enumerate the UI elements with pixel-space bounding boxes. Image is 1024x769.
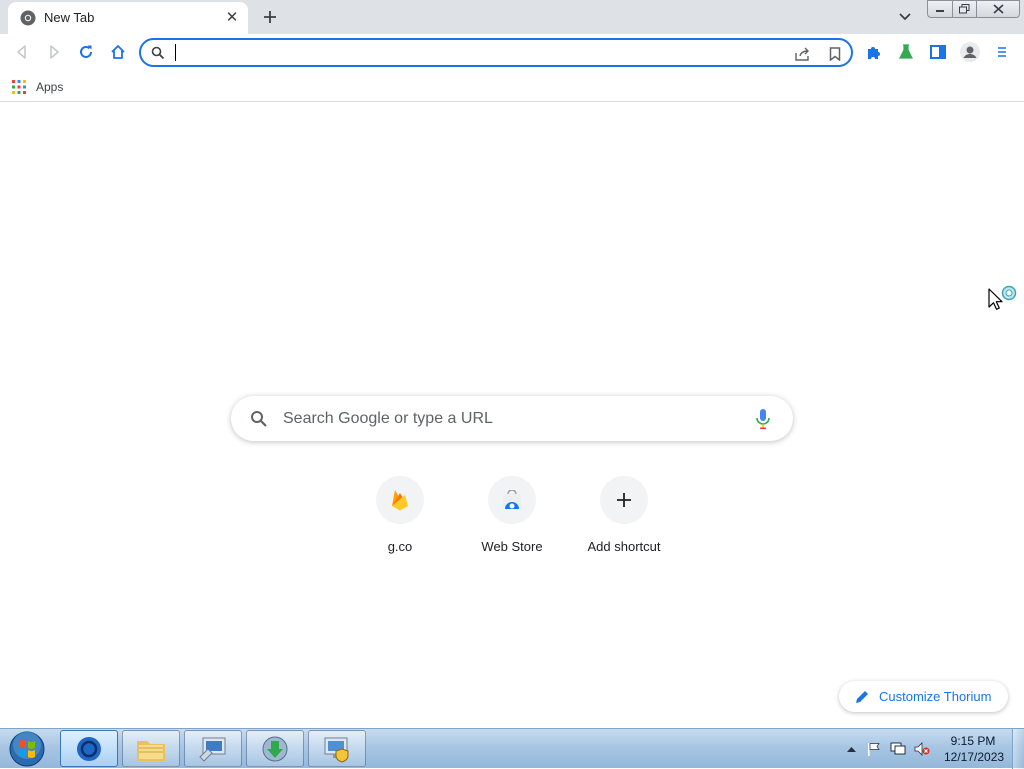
taskbar-file-explorer[interactable] bbox=[122, 730, 180, 767]
show-hidden-icons-button[interactable] bbox=[843, 741, 859, 757]
folder-icon bbox=[137, 740, 165, 761]
network-icon bbox=[890, 742, 906, 755]
bookmark-icon bbox=[829, 47, 841, 61]
taskbar-download-manager[interactable] bbox=[246, 730, 304, 767]
volume-icon[interactable] bbox=[914, 741, 930, 757]
clock-date[interactable]: 12/17/2023 bbox=[944, 750, 1004, 764]
minimize-icon bbox=[936, 10, 944, 12]
back-arrow-icon bbox=[17, 45, 26, 59]
avatar-icon bbox=[960, 42, 980, 62]
shortcut-label: Web Store bbox=[481, 539, 543, 554]
forward-arrow-icon bbox=[50, 45, 59, 59]
restore-button[interactable] bbox=[952, 0, 977, 18]
firebase-icon bbox=[392, 490, 408, 511]
home-button[interactable] bbox=[106, 40, 130, 64]
close-icon bbox=[992, 4, 1004, 14]
volume-muted-icon bbox=[914, 742, 930, 756]
bookmarks-bar: Apps bbox=[0, 71, 1024, 102]
tab-new-tab[interactable]: New Tab ✕ bbox=[8, 2, 248, 34]
side-panel-button[interactable] bbox=[926, 40, 950, 64]
customize-label: Customize Thorium bbox=[879, 689, 992, 704]
shortcut-icon-circle bbox=[376, 476, 424, 524]
customize-button[interactable]: Customize Thorium bbox=[839, 681, 1008, 712]
shortcut-label: Add shortcut bbox=[587, 539, 661, 554]
address-input[interactable] bbox=[175, 42, 765, 63]
extensions-button[interactable] bbox=[862, 40, 886, 64]
tab-strip: New Tab ✕ bbox=[0, 0, 1024, 34]
restore-icon bbox=[959, 4, 970, 14]
pencil-icon bbox=[856, 691, 868, 703]
back-button[interactable] bbox=[10, 40, 34, 64]
minimize-button[interactable] bbox=[927, 0, 953, 18]
shortcut-icon-circle bbox=[488, 476, 536, 524]
close-window-button[interactable] bbox=[976, 0, 1020, 18]
share-button[interactable] bbox=[793, 44, 813, 64]
reload-icon bbox=[80, 45, 92, 58]
shortcut-label: g.co bbox=[387, 539, 413, 554]
search-icon bbox=[251, 411, 267, 427]
tab-close-button[interactable]: ✕ bbox=[222, 7, 242, 27]
bookmark-button[interactable] bbox=[825, 44, 845, 64]
chevron-up-icon bbox=[846, 747, 856, 752]
remote-desktop-icon bbox=[199, 737, 226, 762]
add-shortcut-tile[interactable]: Add shortcut bbox=[568, 476, 680, 566]
show-desktop-button[interactable] bbox=[1012, 729, 1024, 769]
omnibox[interactable] bbox=[139, 38, 853, 67]
home-icon bbox=[111, 45, 125, 59]
menu-button[interactable] bbox=[990, 40, 1014, 64]
shortcut-tile[interactable]: g.co bbox=[344, 476, 456, 566]
new-tab-page: Search Google or type a URL g.co Web Sto… bbox=[0, 103, 1024, 728]
apps-grid-icon bbox=[12, 80, 26, 94]
taskbar: 9:15 PM 12/17/2023 bbox=[0, 728, 1024, 769]
taskbar-system-monitor[interactable] bbox=[308, 730, 366, 767]
start-button[interactable] bbox=[4, 730, 50, 768]
plus-icon bbox=[617, 493, 631, 507]
chevron-down-icon bbox=[899, 13, 911, 21]
microphone-icon[interactable] bbox=[755, 408, 771, 430]
network-icon[interactable] bbox=[890, 741, 906, 757]
monitor-shield-icon bbox=[324, 737, 349, 763]
web-store-icon bbox=[503, 490, 521, 509]
apps-label: Apps bbox=[36, 80, 64, 94]
flag-icon bbox=[868, 743, 880, 756]
search-icon bbox=[151, 46, 165, 60]
browser-window: New Tab ✕ Apps Search Google or type a U… bbox=[0, 0, 1024, 728]
forward-button[interactable] bbox=[42, 40, 66, 64]
flask-icon bbox=[899, 44, 913, 59]
taskbar-remote-desktop[interactable] bbox=[184, 730, 242, 767]
taskbar-browser[interactable] bbox=[60, 730, 118, 767]
windows-orb-icon bbox=[9, 731, 45, 767]
globe-download-icon bbox=[262, 736, 288, 761]
ntp-search-box[interactable]: Search Google or type a URL bbox=[231, 396, 793, 441]
plus-icon bbox=[264, 11, 276, 23]
puzzle-icon bbox=[868, 47, 880, 59]
clock-time[interactable]: 9:15 PM bbox=[944, 734, 1002, 748]
side-panel-icon bbox=[930, 45, 946, 59]
ntp-search-placeholder: Search Google or type a URL bbox=[283, 410, 493, 427]
reload-button[interactable] bbox=[74, 40, 98, 64]
share-icon bbox=[795, 47, 809, 61]
shortcut-tile[interactable]: Web Store bbox=[456, 476, 568, 566]
shortcut-icon-circle bbox=[600, 476, 648, 524]
extension-button[interactable] bbox=[894, 40, 918, 64]
tab-title: New Tab bbox=[44, 10, 95, 25]
profile-button[interactable] bbox=[958, 40, 982, 64]
thorium-browser-icon bbox=[77, 736, 101, 761]
toolbar bbox=[0, 34, 1024, 71]
mouse-cursor-busy-icon bbox=[988, 285, 1017, 310]
chrome-favicon-icon bbox=[20, 10, 36, 26]
action-center-icon[interactable] bbox=[866, 741, 882, 757]
menu-icon bbox=[998, 47, 1006, 57]
text-caret bbox=[175, 44, 176, 61]
new-tab-button[interactable] bbox=[258, 5, 282, 29]
tab-search-button[interactable] bbox=[894, 6, 916, 28]
bookmark-apps[interactable]: Apps bbox=[12, 75, 63, 99]
